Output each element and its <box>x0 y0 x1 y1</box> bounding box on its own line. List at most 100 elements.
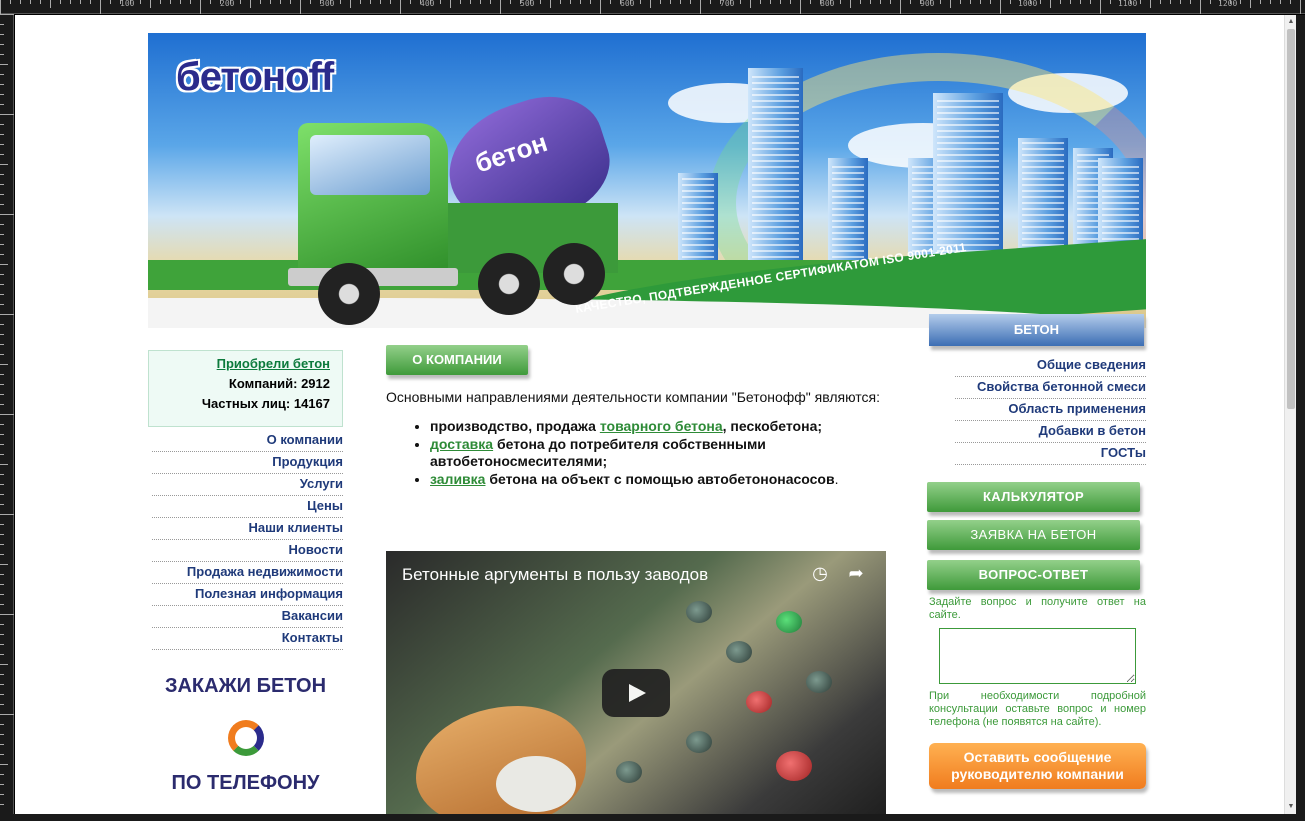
nav-item-about[interactable]: О компании <box>152 430 343 452</box>
about-section-button[interactable]: О КОМПАНИИ <box>386 345 528 375</box>
ruler-tick <box>630 0 631 4</box>
ruler-tick <box>0 154 4 155</box>
nav-item-services[interactable]: Услуги <box>152 474 343 496</box>
ruler-tick <box>0 754 4 755</box>
beton-nav: Общие сведения Свойства бетонной смеси О… <box>929 355 1146 465</box>
ruler-tick <box>0 84 4 85</box>
nav-item-mix-properties[interactable]: Свойства бетонной смеси <box>955 377 1146 399</box>
ruler-tick <box>0 564 8 565</box>
ruler-tick <box>0 514 14 515</box>
buyers-link[interactable]: Приобрели бетон <box>217 356 330 371</box>
ruler-tick <box>0 774 4 775</box>
delivery-link[interactable]: доставка <box>430 436 493 452</box>
truck-wheel <box>543 243 605 305</box>
ruler-tick <box>0 174 4 175</box>
ruler-tick <box>850 0 851 8</box>
ruler-tick <box>330 0 331 4</box>
question-textarea[interactable] <box>939 628 1136 684</box>
vertical-scrollbar[interactable]: ▲ ▼ <box>1284 15 1296 814</box>
ruler-tick <box>0 204 4 205</box>
ruler-tick <box>1090 0 1091 4</box>
ruler-tick <box>0 724 4 725</box>
concrete-request-button[interactable]: ЗАЯВКА НА БЕТОН <box>927 520 1140 550</box>
ruler-tick <box>0 314 14 315</box>
ruler-tick <box>0 324 4 325</box>
ruler-tick <box>220 0 221 4</box>
ruler-tick <box>780 0 781 4</box>
qa-button[interactable]: ВОПРОС-ОТВЕТ <box>927 560 1140 590</box>
ruler-tick <box>0 734 4 735</box>
ruler-tick <box>20 0 21 4</box>
ruler-tick <box>0 584 4 585</box>
ruler-tick <box>0 104 4 105</box>
ruler-tick <box>0 434 4 435</box>
nav-item-products[interactable]: Продукция <box>152 452 343 474</box>
youtube-video-player[interactable]: Бетонные аргументы в пользу заводов ◷ ➦ <box>386 551 886 814</box>
video-title[interactable]: Бетонные аргументы в пользу заводов <box>402 565 708 585</box>
ruler-tick <box>160 0 161 4</box>
nav-item-additives[interactable]: Добавки в бетон <box>955 421 1146 443</box>
ruler-tick <box>0 74 4 75</box>
nav-item-vacancies[interactable]: Вакансии <box>152 606 343 628</box>
ruler-tick <box>750 0 751 8</box>
ruler-label: 700 <box>720 0 735 8</box>
share-icon[interactable]: ➦ <box>844 563 868 587</box>
ruler-tick <box>880 0 881 4</box>
ruler-tick <box>460 0 461 4</box>
ruler-tick <box>980 0 981 4</box>
nav-item-contacts[interactable]: Контакты <box>152 628 343 650</box>
nav-item-general-info[interactable]: Общие сведения <box>955 355 1146 377</box>
ruler-tick <box>500 0 501 14</box>
ruler-tick <box>0 144 4 145</box>
nav-item-prices[interactable]: Цены <box>152 496 343 518</box>
ruler-tick <box>440 0 441 4</box>
ruler-tick <box>0 454 4 455</box>
list-item: заливка бетона на объект с помощью автоб… <box>430 471 886 488</box>
ruler-tick <box>760 0 761 4</box>
ruler-tick <box>0 124 4 125</box>
calculator-button[interactable]: КАЛЬКУЛЯТОР <box>927 482 1140 512</box>
ruler-tick <box>0 594 4 595</box>
play-button[interactable] <box>602 669 670 717</box>
beton-section-header[interactable]: БЕТОН <box>929 314 1144 346</box>
dir1-tail: , пескобетона; <box>722 418 823 434</box>
ruler-tick <box>270 0 271 4</box>
nav-item-useful-info[interactable]: Полезная информация <box>152 584 343 606</box>
ruler-tick <box>140 0 141 4</box>
ruler-tick <box>1290 0 1291 4</box>
ruler-tick <box>0 294 4 295</box>
ruler-tick <box>480 0 481 4</box>
nav-item-application[interactable]: Область применения <box>955 399 1146 421</box>
panel-knob <box>746 691 772 713</box>
ruler-tick <box>410 0 411 4</box>
watch-later-icon[interactable]: ◷ <box>808 563 832 587</box>
ruler-tick <box>1170 0 1171 4</box>
scroll-down-icon[interactable]: ▼ <box>1287 802 1295 812</box>
ruler-tick <box>0 64 8 65</box>
nav-item-clients[interactable]: Наши клиенты <box>152 518 343 540</box>
pouring-link[interactable]: заливка <box>430 471 485 487</box>
ruler-tick <box>530 0 531 4</box>
ruler-label: 300 <box>320 0 335 8</box>
nav-item-news[interactable]: Новости <box>152 540 343 562</box>
list-item: доставка бетона до потребителя собственн… <box>430 436 886 470</box>
scrollbar-thumb[interactable] <box>1287 29 1295 409</box>
message-director-button[interactable]: Оставить сообщение руководителю компании <box>929 743 1146 789</box>
ruler-tick <box>550 0 551 8</box>
ruler-tick <box>450 0 451 8</box>
nav-item-gosts[interactable]: ГОСТы <box>955 443 1146 465</box>
ruler-tick <box>0 554 4 555</box>
ruler-tick <box>1300 0 1301 14</box>
scroll-up-icon[interactable]: ▲ <box>1287 17 1295 27</box>
ready-mix-concrete-link[interactable]: товарного бетона <box>600 418 723 434</box>
left-column: Приобрели бетон Компаний: 2912 Частных л… <box>148 350 343 795</box>
ruler-tick <box>0 334 4 335</box>
nav-item-real-estate[interactable]: Продажа недвижимости <box>152 562 343 584</box>
ruler-tick <box>0 374 4 375</box>
panel-knob <box>686 601 712 623</box>
ruler-tick <box>600 0 601 14</box>
ruler-tick <box>0 664 8 665</box>
ruler-tick <box>650 0 651 8</box>
ruler-tick <box>0 644 4 645</box>
ruler-tick <box>0 244 4 245</box>
